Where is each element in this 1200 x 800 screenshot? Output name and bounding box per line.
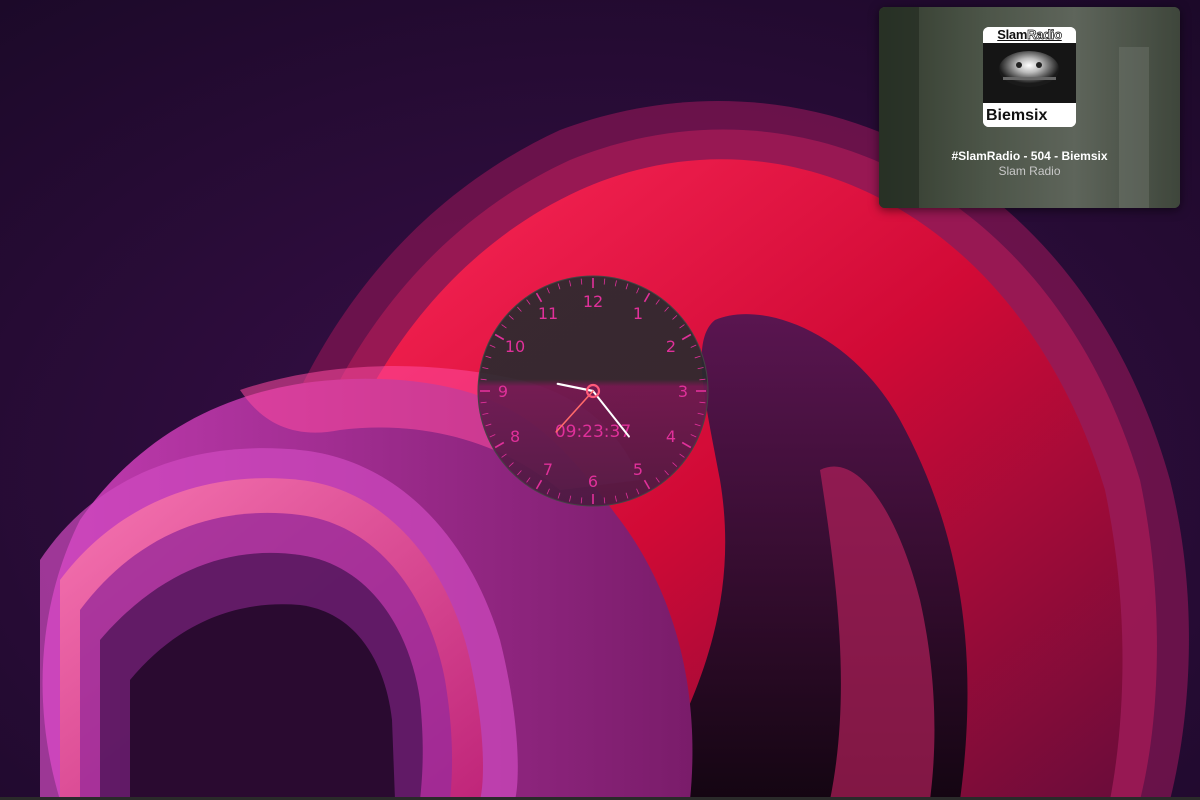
clock-numeral: 5 <box>633 460 643 479</box>
clock-numeral: 12 <box>583 292 603 311</box>
clock-numeral: 7 <box>543 460 553 479</box>
clock-numeral: 10 <box>505 337 525 356</box>
analog-clock-widget[interactable]: 121234567891011 09:23:37 <box>477 275 709 507</box>
album-art-photo <box>983 43 1076 103</box>
clock-numeral: 4 <box>666 427 676 446</box>
clock-numeral: 6 <box>588 472 598 491</box>
clock-numeral: 11 <box>538 304 558 323</box>
album-brand-slam: Slam <box>997 27 1028 42</box>
album-art: SlamRadio Biemsix <box>983 27 1076 127</box>
media-track-title: #SlamRadio - 504 - Biemsix <box>951 149 1108 163</box>
album-brand-radio: Radio <box>1027 27 1063 42</box>
clock-numeral: 1 <box>633 304 643 323</box>
media-player-widget[interactable]: SlamRadio Biemsix #SlamRadio - 504 - Bie… <box>879 7 1180 208</box>
album-art-brand: SlamRadio <box>983 27 1076 43</box>
clock-numeral: 9 <box>498 382 508 401</box>
media-track-source: Slam Radio <box>998 164 1061 178</box>
desktop[interactable]: SlamRadio Biemsix #SlamRadio - 504 - Bie… <box>0 0 1200 800</box>
clock-numeral: 2 <box>666 337 676 356</box>
clock-numeral: 8 <box>510 427 520 446</box>
clock-numeral: 3 <box>678 382 688 401</box>
album-art-artist: Biemsix <box>986 107 1048 124</box>
album-art-artist-band: Biemsix <box>983 103 1076 127</box>
